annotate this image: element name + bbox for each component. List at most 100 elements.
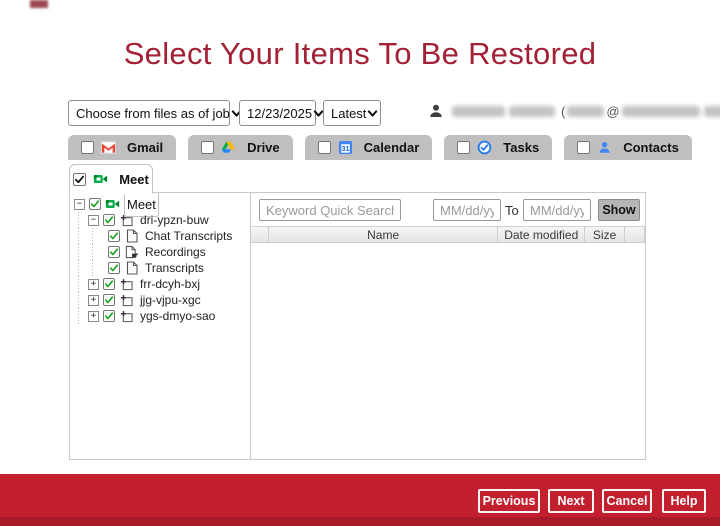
tree-checkbox[interactable] xyxy=(103,278,115,290)
job-version-select[interactable]: Latest xyxy=(323,100,381,126)
chevron-down-icon xyxy=(366,107,379,120)
expand-toggle-icon[interactable]: + xyxy=(88,295,99,306)
tree-node-label[interactable]: Recordings xyxy=(143,245,208,259)
tree-guide xyxy=(74,276,88,292)
keyword-search-input[interactable] xyxy=(259,199,401,221)
drive-icon xyxy=(221,140,236,155)
drive-tab-checkbox[interactable] xyxy=(201,141,214,154)
tree-checkbox[interactable] xyxy=(89,198,101,210)
column-header-size[interactable]: Size xyxy=(585,227,625,242)
document-icon xyxy=(124,229,139,244)
restore-source-toolbar: Choose from files as of job 12/23/2025 L… xyxy=(68,100,381,126)
tab-contacts[interactable]: Contacts xyxy=(564,135,692,160)
account-info: ( @ ) xyxy=(428,103,720,119)
svg-text:31: 31 xyxy=(341,146,349,153)
tab-meet[interactable]: Meet xyxy=(69,164,153,194)
tree-node-label[interactable]: jjg-vjpu-xgc xyxy=(138,293,203,307)
previous-button[interactable]: Previous xyxy=(478,489,540,513)
expand-toggle-icon[interactable]: + xyxy=(88,311,99,322)
meet-icon xyxy=(93,172,108,187)
gmail-tab-checkbox[interactable] xyxy=(81,141,94,154)
collapse-toggle-icon[interactable]: − xyxy=(88,215,99,226)
tree-guide xyxy=(74,260,88,276)
cancel-button[interactable]: Cancel xyxy=(602,489,652,513)
tab-tasks[interactable]: Tasks xyxy=(444,135,552,160)
tree-guide xyxy=(74,228,88,244)
tab-contacts-label: Contacts xyxy=(623,140,679,155)
tree-node[interactable]: + ygs-dmyo-sao xyxy=(74,308,250,324)
tab-calendar[interactable]: 31 Calendar xyxy=(305,135,433,160)
tree-node[interactable]: − dri-ypzn-buw xyxy=(74,212,250,228)
search-row: To Show xyxy=(251,193,645,225)
redacted-email-domain xyxy=(622,106,700,117)
tree-node[interactable]: Chat Transcripts xyxy=(74,228,250,244)
tree-checkbox[interactable] xyxy=(108,262,120,274)
tree-checkbox[interactable] xyxy=(103,214,115,226)
tree-checkbox[interactable] xyxy=(103,310,115,322)
person-icon xyxy=(428,103,444,119)
tree-node[interactable]: Transcripts xyxy=(74,260,250,276)
at-sign: @ xyxy=(606,104,619,119)
footer-shade xyxy=(0,517,720,526)
calendar-icon: 31 xyxy=(338,140,353,155)
tree-node-label[interactable]: dri-ypzn-buw xyxy=(138,213,211,227)
tree-node[interactable]: + frr-dcyh-bxj xyxy=(74,276,250,292)
next-button[interactable]: Next xyxy=(548,489,594,513)
expand-toggle-icon[interactable]: + xyxy=(88,279,99,290)
calendar-tab-checkbox[interactable] xyxy=(318,141,331,154)
tree-guide xyxy=(74,244,88,260)
tree-guide xyxy=(88,260,102,276)
column-header-spacer xyxy=(251,227,269,242)
contacts-icon xyxy=(597,140,612,155)
room-icon xyxy=(119,309,134,324)
tab-gmail-label: Gmail xyxy=(127,140,163,155)
content-panels: −Meet−dri-ypzn-buwChat TranscriptsRecord… xyxy=(69,192,646,460)
items-list-panel: To Show NameDate modifiedSize xyxy=(251,193,645,459)
tab-tasks-label: Tasks xyxy=(503,140,539,155)
redacted-user-name xyxy=(452,106,505,117)
job-date-select[interactable]: 12/23/2025 xyxy=(239,100,316,126)
tree-checkbox[interactable] xyxy=(103,294,115,306)
tree-node[interactable]: −Meet xyxy=(74,196,250,212)
contacts-tab-checkbox[interactable] xyxy=(577,141,590,154)
help-button[interactable]: Help xyxy=(662,489,706,513)
date-to-input[interactable] xyxy=(523,199,591,221)
tree-node-label[interactable]: frr-dcyh-bxj xyxy=(138,277,202,291)
meet-icon xyxy=(105,197,120,212)
gmail-icon xyxy=(101,140,116,155)
recording-icon xyxy=(124,245,139,260)
tree-checkbox[interactable] xyxy=(108,230,120,242)
logo-fragment xyxy=(30,0,48,8)
tab-drive[interactable]: Drive xyxy=(188,135,293,160)
job-date-select-value: 12/23/2025 xyxy=(247,106,312,121)
date-from-input[interactable] xyxy=(433,199,501,221)
tree-node[interactable]: Recordings xyxy=(74,244,250,260)
tree-guide xyxy=(88,228,102,244)
room-icon xyxy=(119,213,134,228)
job-source-select[interactable]: Choose from files as of job xyxy=(68,100,230,126)
meet-tab-checkbox[interactable] xyxy=(73,173,86,186)
paren-open: ( xyxy=(561,104,565,119)
column-header-date-modified[interactable]: Date modified xyxy=(498,227,585,242)
tab-calendar-label: Calendar xyxy=(364,140,420,155)
tasks-tab-checkbox[interactable] xyxy=(457,141,470,154)
tree-guide xyxy=(74,212,88,228)
to-label: To xyxy=(505,203,519,218)
tree-node-label[interactable]: ygs-dmyo-sao xyxy=(138,309,217,323)
tree-checkbox[interactable] xyxy=(108,246,120,258)
tree-node-label[interactable]: Transcripts xyxy=(143,261,206,275)
collapse-toggle-icon[interactable]: − xyxy=(74,199,85,210)
meet-rooms-tree: −Meet−dri-ypzn-buwChat TranscriptsRecord… xyxy=(70,193,251,459)
redacted-email-local xyxy=(567,106,604,117)
show-button[interactable]: Show xyxy=(598,199,640,221)
room-icon xyxy=(119,293,134,308)
document-icon xyxy=(124,261,139,276)
tab-gmail[interactable]: Gmail xyxy=(68,135,176,160)
page-title: Select Your Items To Be Restored xyxy=(0,36,720,72)
tree-node[interactable]: + jjg-vjpu-xgc xyxy=(74,292,250,308)
tasks-icon xyxy=(477,140,492,155)
column-header-name[interactable]: Name xyxy=(269,227,498,242)
redacted-user-name xyxy=(509,106,555,117)
tree-node-label[interactable]: Chat Transcripts xyxy=(143,229,234,243)
tab-drive-label: Drive xyxy=(247,140,280,155)
